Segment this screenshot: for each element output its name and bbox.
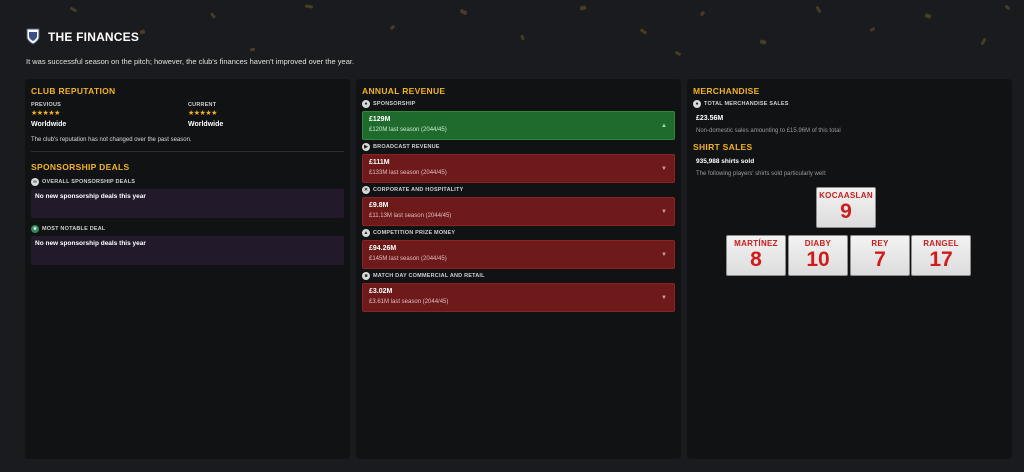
notable-deal-label-row: ★ MOST NOTABLE DEAL bbox=[31, 225, 106, 233]
revenue-panel: ANNUAL REVENUE ● SPONSORSHIP £129M £120M… bbox=[356, 79, 681, 459]
revenue-item-label: COMPETITION PRIZE MONEY bbox=[373, 230, 456, 236]
revenue-item-label-row: ▶ BROADCAST REVENUE bbox=[362, 143, 440, 151]
current-reputation: Worldwide bbox=[188, 121, 224, 128]
trend-down-icon: ▼ bbox=[661, 166, 667, 172]
overall-deals-text: No new sponsorship deals this year bbox=[35, 193, 146, 200]
revenue-value: £3.02M bbox=[369, 288, 393, 295]
revenue-item-label-row: ▲ COMPETITION PRIZE MONEY bbox=[362, 229, 455, 237]
overall-deals-label: OVERALL SPONSORSHIP DEALS bbox=[42, 179, 136, 185]
shirt-sales-title: SHIRT SALES bbox=[693, 142, 753, 152]
shirt-player-name: RANGEL bbox=[923, 239, 959, 248]
shirt-number: 7 bbox=[874, 248, 886, 271]
revenue-previous: £11.13M last season (2044/45) bbox=[369, 213, 452, 219]
revenue-card-matchday[interactable]: £3.02M £3.61M last season (2044/45) ▼ bbox=[362, 283, 675, 312]
page-header: THE FINANCES bbox=[26, 28, 139, 45]
handshake-icon: ∞ bbox=[31, 178, 39, 186]
page-title: THE FINANCES bbox=[48, 29, 140, 44]
star-deal-icon: ★ bbox=[31, 225, 39, 233]
player-shirt[interactable]: KOCAASLAN 9 bbox=[816, 187, 876, 228]
revenue-item-label: SPONSORSHIP bbox=[373, 101, 416, 107]
current-stars: ★★★★★ bbox=[188, 110, 217, 117]
revenue-item-label-row: ● SPONSORSHIP bbox=[362, 100, 416, 108]
club-crest-icon bbox=[26, 28, 40, 45]
notable-deal-box: No new sponsorship deals this year bbox=[31, 236, 344, 265]
shirt-player-name: REY bbox=[871, 239, 889, 248]
revenue-card-broadcast[interactable]: £111M £133M last season (2044/45) ▼ bbox=[362, 154, 675, 183]
reputation-note: The club's reputation has not changed ov… bbox=[31, 137, 192, 143]
reputation-title: CLUB REPUTATION bbox=[31, 86, 116, 96]
revenue-item-label: CORPORATE AND HOSPITALITY bbox=[373, 187, 464, 193]
revenue-value: £9.8M bbox=[369, 202, 389, 209]
merch-total-label-row: ● TOTAL MERCHANDISE SALES bbox=[693, 100, 789, 108]
revenue-card-prize-money[interactable]: £94.26M £145M last season (2044/45) ▼ bbox=[362, 240, 675, 269]
current-label: CURRENT bbox=[188, 102, 217, 108]
player-shirt[interactable]: REY 7 bbox=[850, 235, 910, 276]
shirts-sold-count: 935,988 shirts sold bbox=[696, 158, 755, 165]
shirt-number: 10 bbox=[806, 248, 830, 271]
revenue-previous: £120M last season (2044/45) bbox=[369, 127, 447, 133]
notable-deal-label: MOST NOTABLE DEAL bbox=[42, 226, 106, 232]
revenue-card-corporate[interactable]: £9.8M £11.13M last season (2044/45) ▼ bbox=[362, 197, 675, 226]
sponsorship-title: SPONSORSHIP DEALS bbox=[31, 162, 130, 172]
revenue-card-sponsorship[interactable]: £129M £120M last season (2044/45) ▲ bbox=[362, 111, 675, 140]
trend-up-icon: ▲ bbox=[661, 123, 667, 129]
shirt-player-name: DIABY bbox=[804, 239, 832, 248]
revenue-item-label: BROADCAST REVENUE bbox=[373, 144, 440, 150]
sponsorship-icon: ● bbox=[362, 100, 370, 108]
reputation-panel: CLUB REPUTATION PREVIOUS ★★★★★ Worldwide… bbox=[25, 79, 350, 459]
revenue-previous: £3.61M last season (2044/45) bbox=[369, 299, 449, 305]
notable-deal-text: No new sponsorship deals this year bbox=[35, 240, 146, 247]
merch-total-value: £23.56M bbox=[696, 115, 724, 122]
overall-deals-box: No new sponsorship deals this year bbox=[31, 189, 344, 218]
merch-total-note: Non-domestic sales amounting to £15.96M … bbox=[696, 128, 841, 134]
revenue-item-label-row: ✕ CORPORATE AND HOSPITALITY bbox=[362, 186, 463, 194]
merchandise-panel: MERCHANDISE ● TOTAL MERCHANDISE SALES £2… bbox=[687, 79, 1012, 459]
revenue-value: £94.26M bbox=[369, 245, 397, 252]
trophy-icon: ▲ bbox=[362, 229, 370, 237]
shirt-player-name: KOCAASLAN bbox=[819, 191, 873, 200]
previous-label: PREVIOUS bbox=[31, 102, 62, 108]
player-shirt[interactable]: RANGEL 17 bbox=[911, 235, 971, 276]
shirt-number: 9 bbox=[840, 200, 852, 223]
revenue-previous: £133M last season (2044/45) bbox=[369, 170, 447, 176]
revenue-value: £111M bbox=[369, 159, 390, 166]
trend-down-icon: ▼ bbox=[661, 209, 667, 215]
previous-reputation: Worldwide bbox=[31, 121, 67, 128]
merch-total-label: TOTAL MERCHANDISE SALES bbox=[704, 101, 789, 107]
shirt-icon: ● bbox=[693, 100, 701, 108]
trend-down-icon: ▼ bbox=[661, 295, 667, 301]
revenue-value: £129M bbox=[369, 116, 391, 123]
shirts-note: The following players' shirts sold parti… bbox=[696, 171, 827, 177]
overall-deals-label-row: ∞ OVERALL SPONSORSHIP DEALS bbox=[31, 178, 135, 186]
shirt-number: 17 bbox=[929, 248, 953, 271]
broadcast-icon: ▶ bbox=[362, 143, 370, 151]
hospitality-icon: ✕ bbox=[362, 186, 370, 194]
merchandise-title: MERCHANDISE bbox=[693, 86, 760, 96]
stadium-icon: ■ bbox=[362, 272, 370, 280]
revenue-title: ANNUAL REVENUE bbox=[362, 86, 446, 96]
previous-stars: ★★★★★ bbox=[31, 110, 60, 117]
revenue-previous: £145M last season (2044/45) bbox=[369, 256, 447, 262]
shirt-player-name: MARTÍNEZ bbox=[734, 239, 778, 248]
revenue-item-label-row: ■ MATCH DAY COMMERCIAL AND RETAIL bbox=[362, 272, 485, 280]
page-intro: It was successful season on the pitch; h… bbox=[26, 57, 355, 66]
player-shirt[interactable]: MARTÍNEZ 8 bbox=[726, 235, 786, 276]
shirt-number: 8 bbox=[750, 248, 762, 271]
divider bbox=[31, 151, 344, 152]
player-shirt[interactable]: DIABY 10 bbox=[788, 235, 848, 276]
trend-down-icon: ▼ bbox=[661, 252, 667, 258]
revenue-item-label: MATCH DAY COMMERCIAL AND RETAIL bbox=[373, 273, 485, 279]
